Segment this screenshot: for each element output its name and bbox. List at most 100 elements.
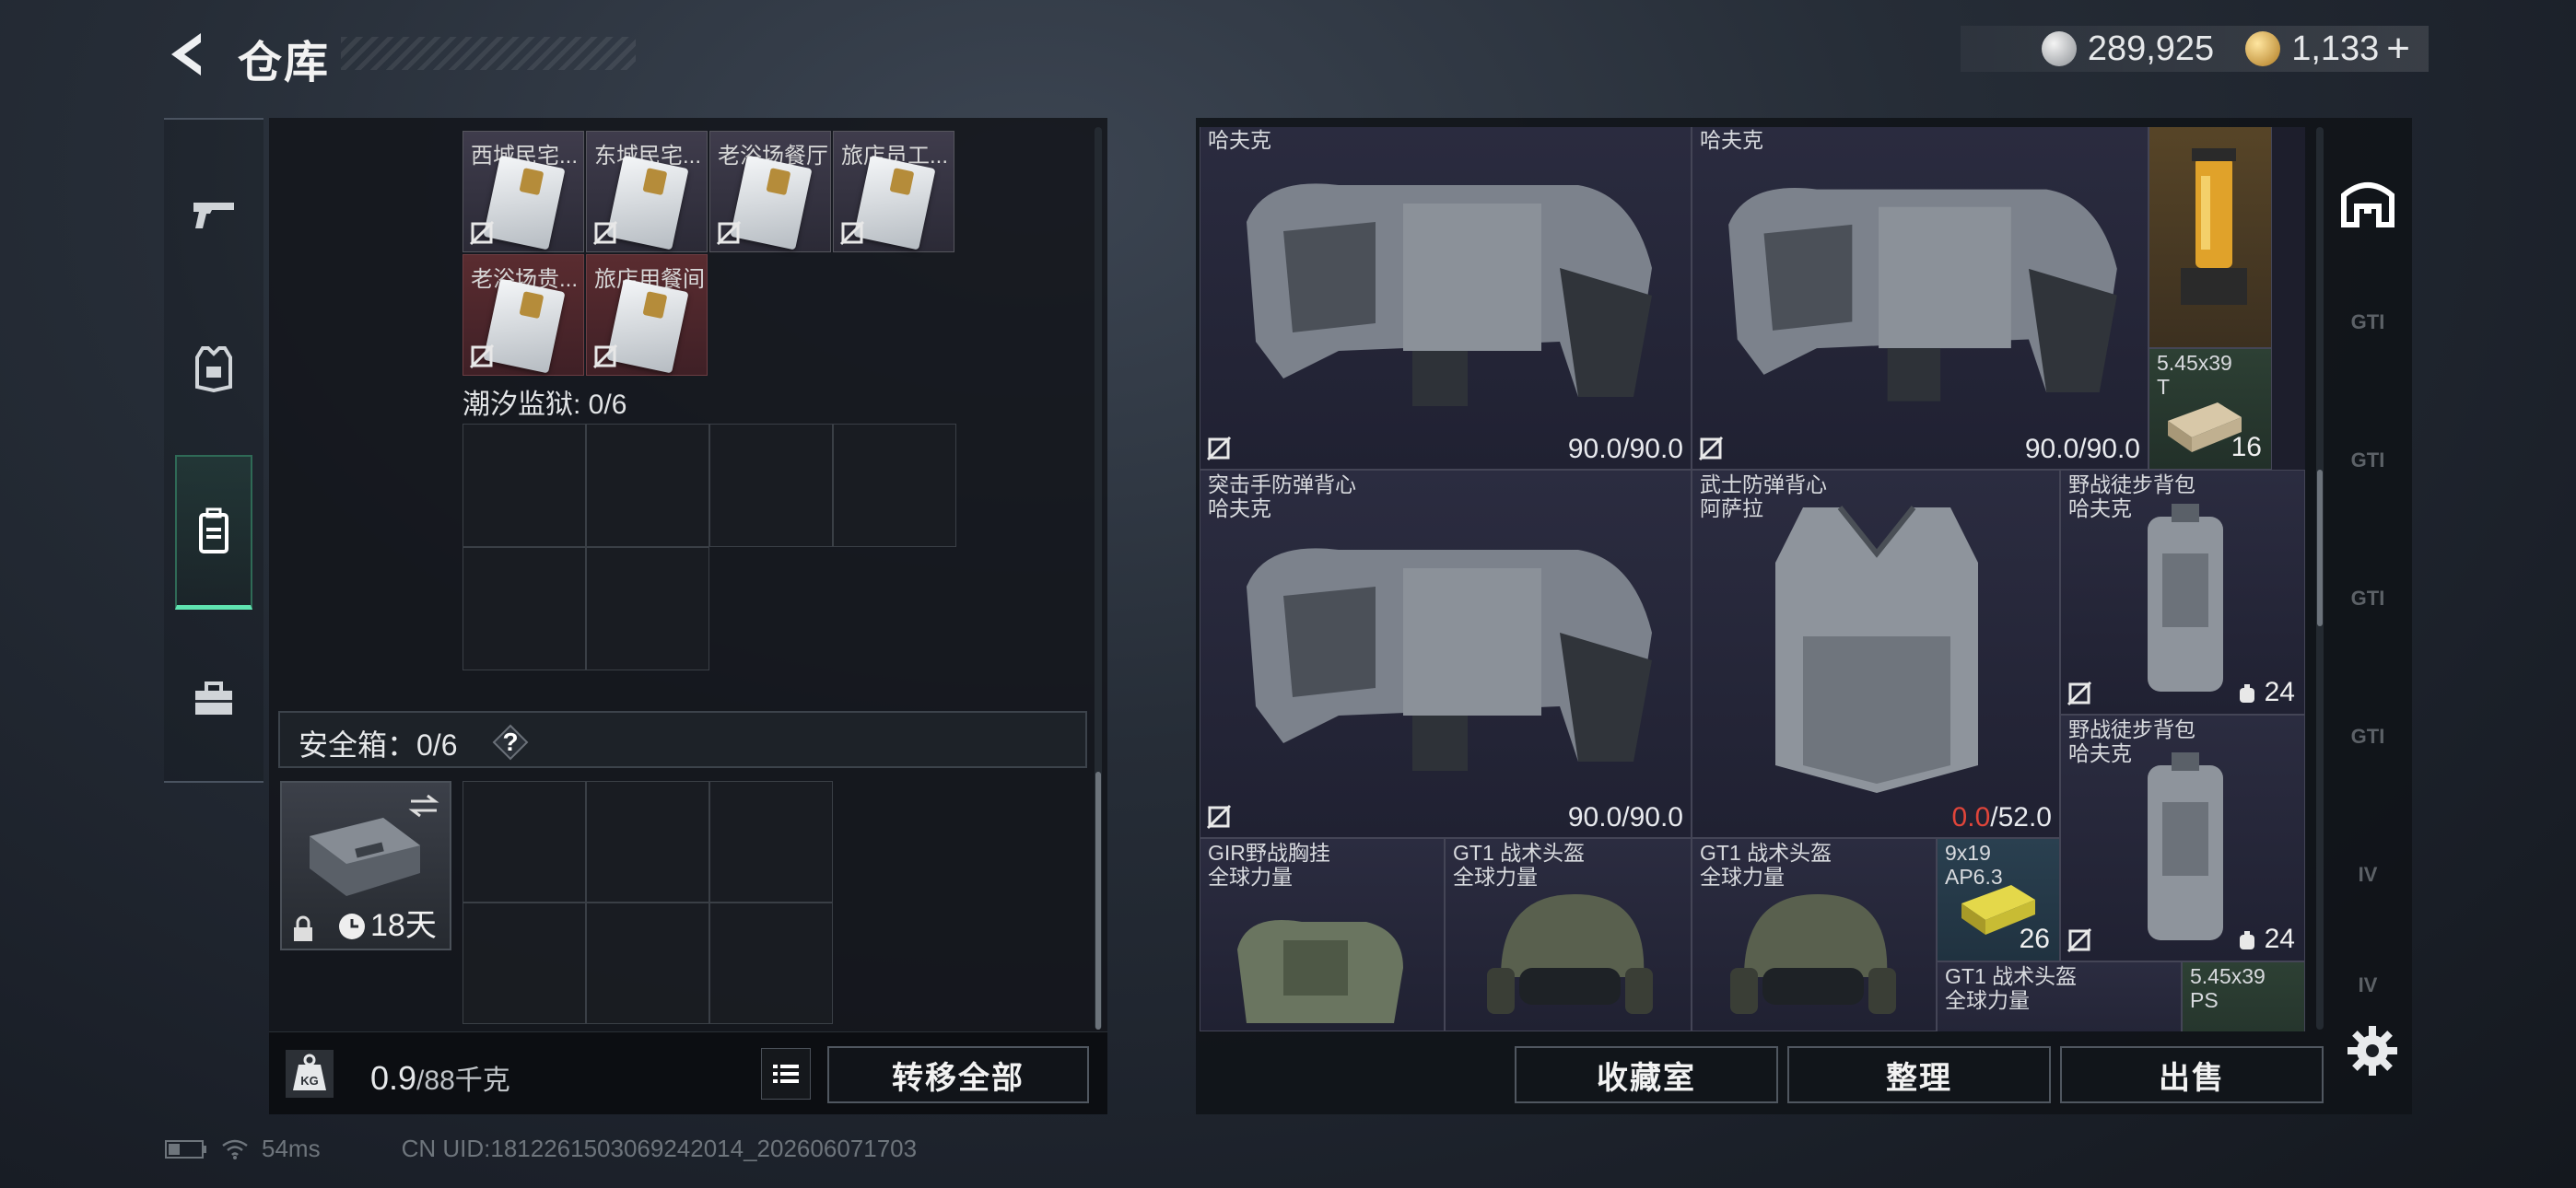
stash-item-ammo[interactable]: 9x19 AP6.3 26: [1937, 838, 2060, 961]
weight-kg-icon: KG: [286, 1050, 334, 1098]
carry-weight: 0.9/88千克: [370, 1057, 510, 1098]
empty-slot[interactable]: [463, 781, 586, 903]
stash-tab-3[interactable]: GTI: [2329, 405, 2406, 516]
empty-slot[interactable]: [586, 424, 709, 547]
empty-slot[interactable]: [463, 903, 586, 1024]
list-icon: [773, 1065, 799, 1083]
empty-slot[interactable]: [586, 781, 709, 903]
stash-item-vest[interactable]: 突击手防弹背心 哈夫克 90.0/90.0: [1692, 127, 2149, 470]
briefcase-icon: [195, 681, 232, 715]
no-insure-icon: [1698, 436, 1724, 461]
no-insure-icon: [1206, 436, 1232, 461]
safe-box-item[interactable]: 18天: [280, 781, 451, 950]
stash-tab-4[interactable]: GTI: [2329, 543, 2406, 654]
stash-item-backpack[interactable]: 野战徒步背包 哈夫克 24: [2060, 715, 2305, 961]
backpack-image: [2148, 752, 2223, 940]
empty-slot[interactable]: [463, 424, 586, 547]
vest-image: [1728, 187, 2117, 402]
item-count: 26: [2019, 924, 2050, 954]
sell-button[interactable]: 出售: [2060, 1046, 2324, 1103]
title-decoration: [341, 37, 636, 70]
tab-label: GTI: [2350, 310, 2385, 333]
item-name: GIR野战胸挂 全球力量: [1208, 841, 1330, 889]
stash-item-vest[interactable]: 武士防弹背心 阿萨拉 0.0/52.0: [1692, 470, 2060, 838]
stash-tab-6[interactable]: IV: [2329, 820, 2406, 930]
safe-box-days: 18天: [370, 908, 437, 943]
key-card[interactable]: 旅店用餐间: [586, 254, 708, 376]
silver-amount: 289,925: [2087, 29, 2215, 68]
nav-backpack[interactable]: [175, 455, 252, 610]
item-durability: 90.0/90.0: [1567, 802, 1683, 833]
no-insure-icon: [2067, 681, 2092, 706]
no-insure-icon: [2067, 927, 2092, 953]
stash-item-helmet[interactable]: GT1 战术头盔 全球力量: [1445, 838, 1692, 1031]
item-name: 5.45x39 PS: [2190, 964, 2266, 1012]
list-view-button[interactable]: [761, 1048, 811, 1100]
empty-slot[interactable]: [833, 424, 956, 547]
nav-armor[interactable]: [164, 313, 263, 424]
safe-box-label: 安全箱：0/6: [299, 728, 458, 762]
collection-room-button[interactable]: 收藏室: [1515, 1046, 1778, 1103]
stash-item-chest-rig[interactable]: GIR野战胸挂 全球力量: [1200, 838, 1445, 1031]
back-arrow-icon[interactable]: [164, 29, 208, 79]
wifi-icon: [222, 1139, 248, 1159]
key-card[interactable]: 旅店员工...: [833, 131, 954, 252]
empty-slot[interactable]: [709, 903, 833, 1024]
lock-icon: [294, 915, 312, 941]
stash-item-vest[interactable]: 突击手防弹背心 哈夫克 90.0/90.0: [1200, 470, 1692, 838]
no-insure-icon: [592, 220, 618, 246]
stash-tab-2[interactable]: GTI: [2329, 267, 2406, 378]
stash-item-ammo[interactable]: 5.45x39 PS: [2182, 961, 2305, 1031]
empty-slot[interactable]: [586, 547, 709, 670]
vest-image: [1247, 183, 1652, 406]
key-card[interactable]: 西城民宅...: [463, 131, 584, 252]
weight-max: /88千克: [416, 1066, 510, 1096]
stash-item-ammo[interactable]: 5.45x39 T 16: [2149, 348, 2272, 470]
stash-item-helmet[interactable]: GT1 战术头盔 全球力量: [1937, 961, 2182, 1031]
stash-item-device[interactable]: [2149, 127, 2272, 348]
stash-scroll-thumb[interactable]: [2317, 470, 2323, 626]
tab-label: IV: [2358, 973, 2378, 996]
inventory-scroll-thumb[interactable]: [1095, 772, 1101, 1030]
transfer-all-button[interactable]: 转移全部: [827, 1046, 1089, 1103]
stash-tab-5[interactable]: GTI: [2329, 681, 2406, 792]
sort-button[interactable]: 整理: [1787, 1046, 2051, 1103]
tab-label: GTI: [2350, 587, 2385, 610]
backpack-icon: [199, 507, 228, 553]
key-card[interactable]: 老浴场贵...: [463, 254, 584, 376]
key-card[interactable]: 老浴场餐厅: [709, 131, 831, 252]
settings-gear-icon[interactable]: [2346, 1024, 2399, 1077]
nav-case[interactable]: [164, 645, 263, 755]
currency-bar: 289,925 1,133 +: [1961, 26, 2429, 72]
stash-item-backpack[interactable]: 野战徒步背包 哈夫克 24: [2060, 470, 2305, 715]
helmet-image: [1730, 894, 1896, 1014]
item-durability: 0.0/52.0: [1952, 802, 2052, 833]
add-currency-button[interactable]: +: [2386, 26, 2410, 72]
item-capacity: 24: [2264, 924, 2295, 954]
stash-item-vest[interactable]: 突击手防弹背心 哈夫克 90.0/90.0: [1200, 127, 1692, 470]
helmet-image: [1487, 894, 1653, 1014]
capacity-icon: [2240, 684, 2254, 703]
no-insure-icon: [1206, 804, 1232, 830]
stash-page-tabs: GTI GTI GTI GTI IV IV: [2329, 138, 2406, 1004]
battery-icon: [165, 1139, 206, 1159]
no-insure-icon: [469, 220, 495, 246]
fuel-device-image: [2181, 148, 2247, 305]
empty-slot[interactable]: [586, 903, 709, 1024]
item-durability: 90.0/90.0: [1567, 434, 1683, 464]
empty-slot[interactable]: [709, 424, 833, 547]
weight-current: 0.9: [370, 1059, 417, 1097]
stash-item-helmet[interactable]: GT1 战术头盔 全球力量: [1692, 838, 1937, 1031]
empty-slot[interactable]: [463, 547, 586, 670]
tab-label: IV: [2358, 863, 2378, 886]
key-card[interactable]: 东城民宅...: [586, 131, 708, 252]
nav-weapons[interactable]: [164, 158, 263, 269]
no-insure-icon: [839, 220, 865, 246]
stash-tab-main[interactable]: [2329, 147, 2406, 258]
chest-rig-image: [1237, 920, 1403, 1023]
pistol-icon: [193, 203, 234, 228]
silver-coin-icon: [2041, 31, 2077, 66]
swap-icon[interactable]: [407, 792, 440, 820]
empty-slot[interactable]: [709, 781, 833, 903]
help-button[interactable]: ?: [492, 724, 529, 761]
